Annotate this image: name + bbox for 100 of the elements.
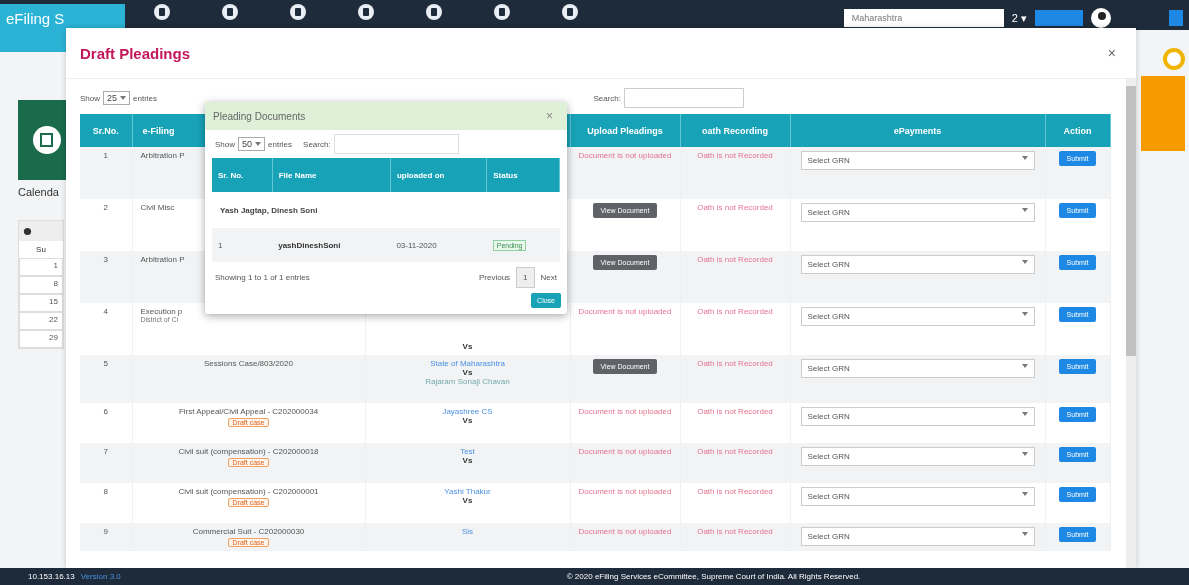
column-header[interactable]: Sr.No. [80, 114, 132, 147]
entries-info: Showing 1 to 1 of 1 entries [215, 273, 310, 282]
versus-label: Vs [462, 456, 473, 465]
entries-label: entries [268, 139, 293, 149]
search-field[interactable] [624, 88, 744, 108]
versus-label: Vs [462, 416, 473, 425]
column-header[interactable]: Action [1045, 114, 1110, 147]
nav-icon[interactable] [357, 3, 375, 21]
caret-icon [1021, 156, 1028, 160]
calendar-day[interactable]: 8 [19, 276, 63, 294]
nav-icon[interactable] [221, 3, 239, 21]
calendar-day[interactable]: 22 [19, 312, 63, 330]
close-button[interactable]: × [540, 108, 559, 124]
oath-status: Oath is not Recorded [697, 359, 773, 368]
column-header[interactable]: ePayments [790, 114, 1045, 147]
column-header[interactable]: oath Recording [680, 114, 790, 147]
case-number: Sessions Case/803/2020 [204, 359, 293, 368]
table-cell: 1 [212, 228, 273, 262]
calendar-day[interactable]: 15 [19, 294, 63, 312]
case-number: Execution p [140, 307, 183, 316]
state-select[interactable]: Maharashtra [843, 9, 1004, 27]
caret-icon [1021, 492, 1028, 496]
show-label: Show [80, 93, 100, 103]
column-header[interactable]: Upload Pleadings [570, 114, 680, 147]
version-label: Version 3.0 [80, 572, 121, 581]
case-number: Civil Misc [140, 203, 175, 212]
app-card[interactable] [18, 100, 66, 180]
grn-select[interactable]: Select GRN [800, 151, 1035, 170]
case-number: Civil suit (compensation) - C202000018 [178, 447, 319, 456]
table-cell: 9 [80, 523, 132, 551]
grn-select[interactable]: Select GRN [800, 407, 1035, 426]
oath-status: Oath is not Recorded [697, 407, 773, 416]
column-header[interactable]: File Name [272, 158, 391, 192]
versus-label: Vs [462, 342, 473, 351]
upload-status: Document is not uploaded [578, 487, 672, 496]
case-number: Arbitration P [140, 255, 185, 264]
column-header[interactable]: Sr. No. [212, 158, 273, 192]
caret-icon [1021, 452, 1028, 456]
caret-icon [1021, 208, 1028, 212]
petitioner-link[interactable]: Sis [461, 527, 474, 536]
group-row: Yash Jagtap, Dinesh Soni [212, 192, 560, 228]
case-number: Civil suit (compensation) - C202000001 [178, 487, 319, 496]
upload-status: Document is not uploaded [578, 151, 672, 160]
nav-icon[interactable] [493, 3, 511, 21]
upload-status: Document is not uploaded [578, 447, 672, 456]
grn-select[interactable]: Select GRN [800, 203, 1035, 222]
copyright-text: © 2020 eFiling Services eCommittee, Supreme Court of India. All Rights Reserved. [566, 572, 861, 581]
table-cell: 4 [80, 303, 132, 355]
avatar-icon[interactable] [1091, 8, 1111, 28]
petitioner-link[interactable]: Jayashree CS [442, 407, 493, 416]
caret-icon [1021, 364, 1028, 368]
table-cell: 5 [80, 355, 132, 403]
calendar-day[interactable]: 29 [19, 330, 63, 348]
caret-icon [120, 96, 127, 100]
nav-icon[interactable] [561, 3, 579, 21]
grn-select[interactable]: Select GRN [800, 527, 1035, 546]
grn-select[interactable]: Select GRN [800, 307, 1035, 326]
caret-icon [1021, 260, 1028, 264]
nav-icon[interactable] [425, 3, 443, 21]
page-button[interactable]: 1 [516, 267, 535, 288]
search-label: Search: [593, 93, 621, 103]
nav-icon[interactable] [153, 3, 171, 21]
nav-icon[interactable] [289, 3, 307, 21]
notification-count[interactable]: 2 ▾ [1011, 11, 1027, 25]
next-link[interactable]: Next [540, 273, 557, 282]
entries-select[interactable]: 25 [103, 91, 131, 105]
table-cell: 7 [80, 443, 132, 483]
case-number: Arbitration P [140, 151, 185, 160]
petitioner-link[interactable]: State of Maharashtra [430, 359, 505, 368]
calendar-day[interactable]: 1 [19, 258, 63, 276]
column-header[interactable]: Status [486, 158, 560, 192]
oath-status: Oath is not Recorded [697, 447, 773, 456]
petitioner-link[interactable]: Yashi Thakur [444, 487, 491, 496]
ip-address: 10.153.16.13 [28, 572, 75, 581]
entries-select[interactable]: 50 [238, 137, 266, 151]
previous-link[interactable]: Previous [478, 273, 511, 282]
case-number: Commercial Suit - C202000030 [192, 527, 305, 536]
caret-icon [1021, 312, 1028, 316]
oath-status: Oath is not Recorded [697, 487, 773, 496]
close-button[interactable]: × [1101, 44, 1122, 62]
upload-status: Document is not uploaded [578, 407, 672, 416]
table-cell: 8 [80, 483, 132, 523]
upload-status: Document is not uploaded [578, 307, 672, 316]
show-label: Show [215, 139, 235, 149]
search-field[interactable] [333, 134, 459, 154]
oath-status: Oath is not Recorded [697, 151, 773, 160]
caret-icon [1021, 532, 1028, 536]
grn-select[interactable]: Select GRN [800, 447, 1035, 466]
petitioner-link[interactable]: Test [460, 447, 475, 456]
oath-status: Oath is not Recorded [697, 203, 773, 212]
grn-select[interactable]: Select GRN [800, 359, 1035, 378]
oath-status: Oath is not Recorded [697, 255, 773, 264]
column-header[interactable]: uploaded on [390, 158, 487, 192]
search-label: Search: [303, 139, 331, 149]
case-number: First Appeal/Civil Appeal - C202000034 [178, 407, 319, 416]
table-cell: 6 [80, 403, 132, 443]
upload-status: Document is not uploaded [578, 527, 672, 536]
grn-select[interactable]: Select GRN [800, 255, 1035, 274]
scrollbar[interactable] [1126, 78, 1136, 568]
grn-select[interactable]: Select GRN [800, 487, 1035, 506]
